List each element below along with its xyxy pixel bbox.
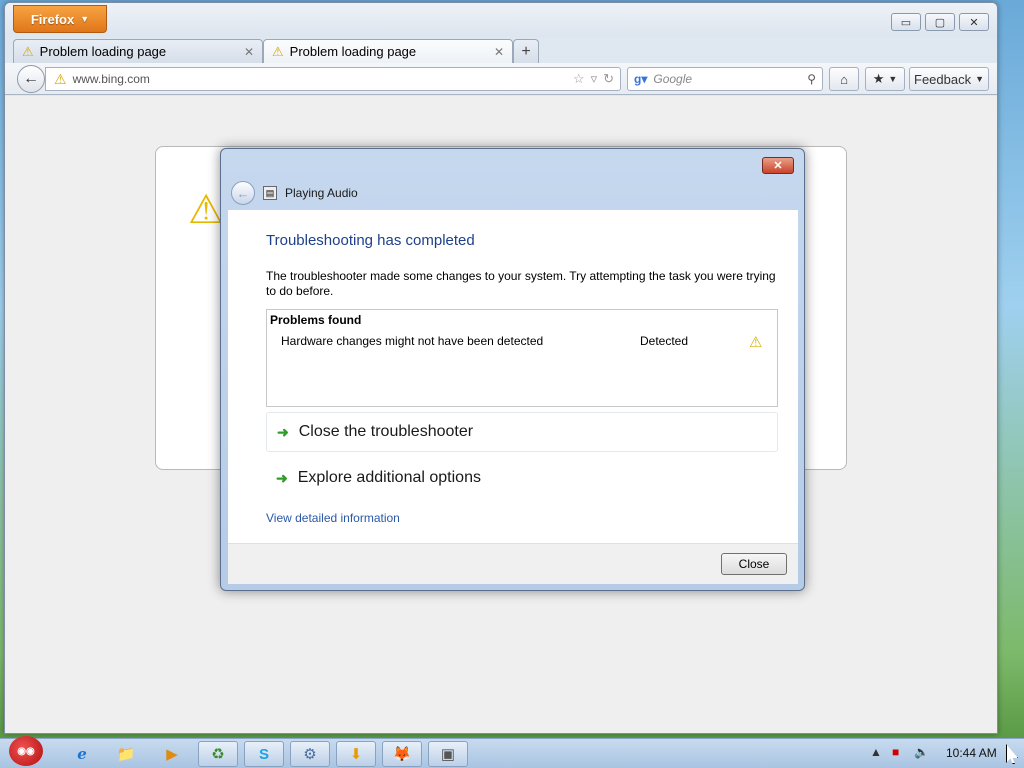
error-warning-icon: ⚠ — [188, 188, 224, 232]
star-icon[interactable]: ☆ — [573, 71, 585, 87]
warning-icon: ⚠ — [272, 43, 284, 59]
site-warning-icon: ⚠ — [54, 70, 67, 87]
new-tab-button[interactable]: + — [513, 39, 539, 63]
tab-problem-loading-1[interactable]: ⚠ Problem loading page ✕ — [13, 39, 263, 63]
close-tab-icon[interactable]: ✕ — [494, 45, 504, 59]
plus-icon: + — [521, 42, 531, 60]
close-tab-icon[interactable]: ✕ — [244, 45, 254, 59]
dialog-body: Troubleshooting has completed The troubl… — [228, 210, 798, 543]
minimize-icon: ▭ — [900, 16, 912, 29]
dialog-heading: Troubleshooting has completed — [266, 232, 475, 249]
dialog-header: ← ▤ Playing Audio — [231, 181, 358, 205]
bookmark-star-icon: ★ — [872, 71, 885, 86]
tab-label: Problem loading page — [289, 44, 417, 59]
back-arrow-icon: ← — [236, 185, 250, 201]
search-bar[interactable]: g▾ Google ⚲ — [627, 67, 823, 91]
option-label: Close the troubleshooter — [298, 423, 474, 440]
troubleshooter-dialog: ✕ ← ▤ Playing Audio Troubleshooting has … — [220, 148, 805, 591]
maximize-button[interactable]: ▢ — [925, 13, 955, 31]
search-placeholder: Google — [653, 72, 693, 86]
firefox-menu-button[interactable]: Firefox ▼ — [13, 5, 107, 33]
firefox-menu-label: Firefox — [30, 11, 75, 27]
back-button[interactable]: ← — [17, 65, 45, 93]
angry-bird-icon: ◉◉ — [9, 736, 43, 766]
maximize-icon: ▢ — [934, 16, 946, 29]
minimize-button[interactable]: ▭ — [891, 13, 921, 31]
feedback-label: Feedback — [914, 71, 972, 87]
problems-list: Problems found Hardware changes might no… — [266, 309, 778, 407]
close-button[interactable]: Close — [721, 553, 787, 575]
home-button[interactable]: ⌂ — [829, 67, 859, 91]
start-button[interactable]: ◉◉ — [0, 733, 52, 768]
home-icon: ⌂ — [840, 71, 848, 87]
warning-icon: ⚠ — [22, 43, 34, 59]
tray-app-icon[interactable]: ■ — [892, 745, 899, 759]
media-player-icon[interactable]: ▶ — [152, 741, 192, 767]
dropdown-arrow-icon[interactable]: ▿ — [591, 71, 598, 87]
tab-label: Problem loading page — [39, 44, 167, 59]
clock[interactable]: 10:44 AM — [946, 746, 997, 760]
tab-problem-loading-2[interactable]: ⚠ Problem loading page ✕ — [263, 39, 513, 63]
navigation-toolbar: ← ⚠ www.bing.com ☆ ▿ ↻ g▾ Google ⚲ ⌂ ★ ▼ … — [5, 63, 997, 95]
folder-icon[interactable]: 📁 — [106, 741, 146, 767]
network-icon[interactable]: ⚙ — [290, 741, 330, 767]
problem-row[interactable]: Hardware changes might not have been det… — [281, 334, 771, 351]
download-icon[interactable]: ⬇ — [336, 741, 376, 767]
bookmarks-button[interactable]: ★ ▼ — [865, 67, 905, 91]
close-window-button[interactable]: ✕ — [959, 13, 989, 31]
option-label: Explore additional options — [297, 469, 481, 486]
taskbar: ◉◉ e 📁 ▶ ♻ S ⚙ ⬇ 🦊 ▣ ▲ ■ 🔈 10:44 AM — [0, 736, 1024, 768]
close-icon: ✕ — [969, 16, 979, 29]
problem-status: Detected — [640, 334, 689, 348]
show-hidden-icons-icon[interactable]: ▲ — [870, 745, 882, 759]
green-arrow-icon: ➜ — [276, 469, 288, 486]
feedback-button[interactable]: Feedback ▼ — [909, 67, 989, 91]
chevron-down-icon: ▼ — [975, 74, 985, 84]
chevron-down-icon: ▼ — [888, 74, 898, 84]
warning-icon: ⚠ — [749, 334, 763, 351]
green-arrow-icon: ➜ — [277, 423, 289, 440]
url-text: www.bing.com — [72, 72, 150, 86]
dialog-description: The troubleshooter made some changes to … — [266, 269, 776, 298]
firefox-icon[interactable]: 🦊 — [382, 741, 422, 767]
dialog-back-button[interactable]: ← — [231, 181, 255, 205]
search-icon[interactable]: ⚲ — [807, 72, 816, 86]
tab-bar: ⚠ Problem loading page ✕ ⚠ Problem loadi… — [5, 37, 997, 63]
chevron-down-icon: ▼ — [80, 14, 90, 24]
audio-troubleshooter-icon: ▤ — [263, 186, 277, 200]
skype-icon[interactable]: S — [244, 741, 284, 767]
title-bar: Firefox ▼ ▭ ▢ ✕ — [5, 3, 997, 37]
close-troubleshooter-option[interactable]: ➜ Close the troubleshooter — [266, 412, 778, 452]
problem-name: Hardware changes might not have been det… — [281, 334, 544, 348]
dialog-title: Playing Audio — [285, 186, 358, 200]
ie-icon[interactable]: e — [62, 741, 102, 767]
volume-muted-icon[interactable]: 🔈 — [914, 745, 929, 759]
recycle-icon[interactable]: ♻ — [198, 741, 238, 767]
view-details-link[interactable]: View detailed information — [266, 511, 400, 525]
troubleshooter-icon[interactable]: ▣ — [428, 741, 468, 767]
url-bar[interactable]: ⚠ www.bing.com ☆ ▿ ↻ — [45, 67, 621, 91]
dialog-close-button[interactable]: ✕ — [762, 157, 794, 174]
google-icon[interactable]: g▾ — [634, 72, 647, 86]
close-icon: ✕ — [773, 160, 783, 172]
reload-icon[interactable]: ↻ — [603, 71, 614, 87]
problems-header: Problems found — [270, 313, 362, 327]
dialog-footer: Close — [228, 543, 798, 584]
explore-options-option[interactable]: ➜ Explore additional options — [266, 458, 778, 498]
back-arrow-icon: ← — [23, 70, 39, 87]
